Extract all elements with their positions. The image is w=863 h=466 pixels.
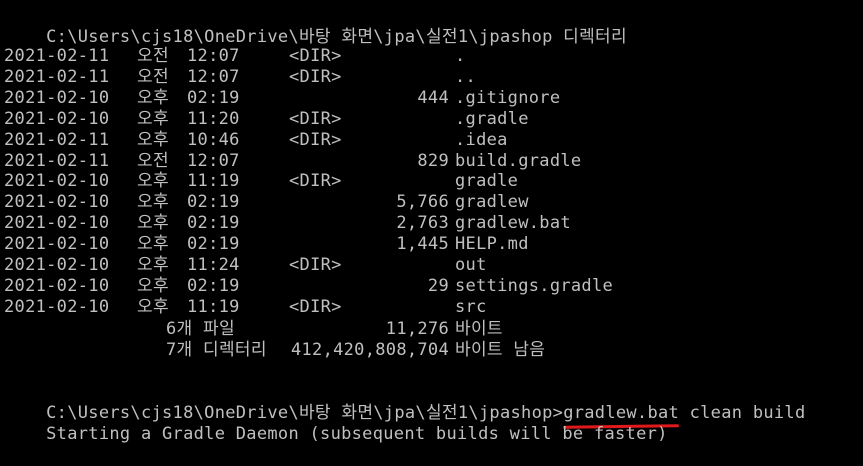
size-cell: 29 (427, 275, 449, 296)
time-cell: 02:19 (187, 87, 240, 108)
date-cell: 2021-02-10 (4, 296, 110, 317)
files-count: 6개 파일 (166, 319, 235, 339)
summary-files-row: 6개 파일 11,276 바이트 (4, 319, 503, 340)
ampm-cell: 오후 (137, 171, 169, 192)
name-cell: src (455, 296, 487, 317)
name-cell: .idea (455, 129, 508, 150)
ampm-cell: 오후 (137, 234, 169, 255)
date-cell: 2021-02-10 (4, 275, 110, 296)
name-cell: settings.gradle (455, 275, 614, 296)
ampm-cell: 오후 (137, 192, 169, 213)
directory-header-text: C:\Users\cjs18\OneDrive\바탕 화면\jpa\실전1\jp… (46, 27, 627, 47)
date-cell: 2021-02-11 (4, 46, 110, 66)
dir-cell: <DIR> (289, 171, 342, 192)
size-cell: 829 (417, 150, 449, 171)
free-unit: 바이트 남음 (455, 340, 546, 360)
size-cell: 444 (417, 87, 449, 108)
time-cell: 11:19 (187, 296, 240, 317)
time-cell: 11:19 (187, 171, 240, 192)
directory-header: C:\Users\cjs18\OneDrive\바탕 화면\jpa\실전1\jp… (4, 6, 627, 47)
ampm-cell: 오후 (137, 296, 169, 317)
name-cell: gradlew.bat (455, 213, 571, 234)
name-cell: gradlew (455, 192, 529, 213)
date-cell: 2021-02-11 (4, 129, 110, 150)
name-cell: build.gradle (455, 150, 582, 171)
summary-dirs-row: 7개 디렉터리 412,420,808,704 바이트 남음 (4, 340, 545, 361)
date-cell: 2021-02-10 (4, 234, 110, 255)
date-cell: 2021-02-10 (4, 108, 110, 129)
date-cell: 2021-02-11 (4, 66, 110, 87)
time-cell: 11:24 (187, 255, 240, 275)
time-cell: 02:19 (187, 213, 240, 234)
name-cell: HELP.md (455, 234, 529, 255)
dir-cell: <DIR> (289, 129, 342, 150)
ampm-cell: 오전 (137, 150, 169, 171)
name-cell: gradle (455, 171, 519, 192)
name-cell: . (455, 46, 466, 66)
time-cell: 02:19 (187, 234, 240, 255)
ampm-cell: 오전 (137, 46, 169, 66)
name-cell: out (455, 255, 487, 275)
terminal-window[interactable]: C:\Users\cjs18\OneDrive\바탕 화면\jpa\실전1\jp… (0, 0, 863, 444)
command-prompt-line[interactable]: C:\Users\cjs18\OneDrive\바탕 화면\jpa\실전1\jp… (4, 382, 806, 429)
date-cell: 2021-02-10 (4, 171, 110, 192)
name-cell: .gradle (455, 108, 529, 129)
time-cell: 12:07 (187, 150, 240, 171)
time-cell: 12:07 (187, 66, 240, 87)
ampm-cell: 오전 (137, 66, 169, 87)
size-cell: 1,445 (396, 234, 449, 255)
date-cell: 2021-02-10 (4, 192, 110, 213)
free-size: 412,420,808,704 (290, 340, 449, 360)
files-size: 11,276 (385, 319, 449, 339)
command-args: clean build (679, 403, 806, 423)
ampm-cell: 오후 (137, 108, 169, 129)
ampm-cell: 오후 (137, 255, 169, 275)
dir-cell: <DIR> (289, 296, 342, 317)
time-cell: 10:46 (187, 129, 240, 150)
size-cell: 5,766 (396, 192, 449, 213)
date-cell: 2021-02-10 (4, 255, 110, 275)
date-cell: 2021-02-10 (4, 87, 110, 108)
time-cell: 02:19 (187, 192, 240, 213)
ampm-cell: 오후 (137, 213, 169, 234)
size-cell: 2,763 (396, 213, 449, 234)
name-cell: .. (455, 66, 477, 87)
ampm-cell: 오후 (137, 87, 169, 108)
name-cell: .gitignore (455, 87, 561, 108)
date-cell: 2021-02-11 (4, 150, 110, 171)
time-cell: 11:20 (187, 108, 240, 129)
daemon-output-text: Starting a Gradle Daemon (subsequent bui… (46, 424, 668, 444)
ampm-cell: 오후 (137, 129, 169, 150)
dir-cell: <DIR> (289, 108, 342, 129)
dir-cell: <DIR> (289, 46, 342, 66)
files-unit: 바이트 (455, 319, 503, 339)
time-cell: 12:07 (187, 46, 240, 66)
dir-cell: <DIR> (289, 255, 342, 275)
ampm-cell: 오후 (137, 275, 169, 296)
daemon-output-line: Starting a Gradle Daemon (subsequent bui… (4, 403, 668, 444)
time-cell: 02:19 (187, 275, 240, 296)
date-cell: 2021-02-10 (4, 213, 110, 234)
dir-cell: <DIR> (289, 66, 342, 87)
